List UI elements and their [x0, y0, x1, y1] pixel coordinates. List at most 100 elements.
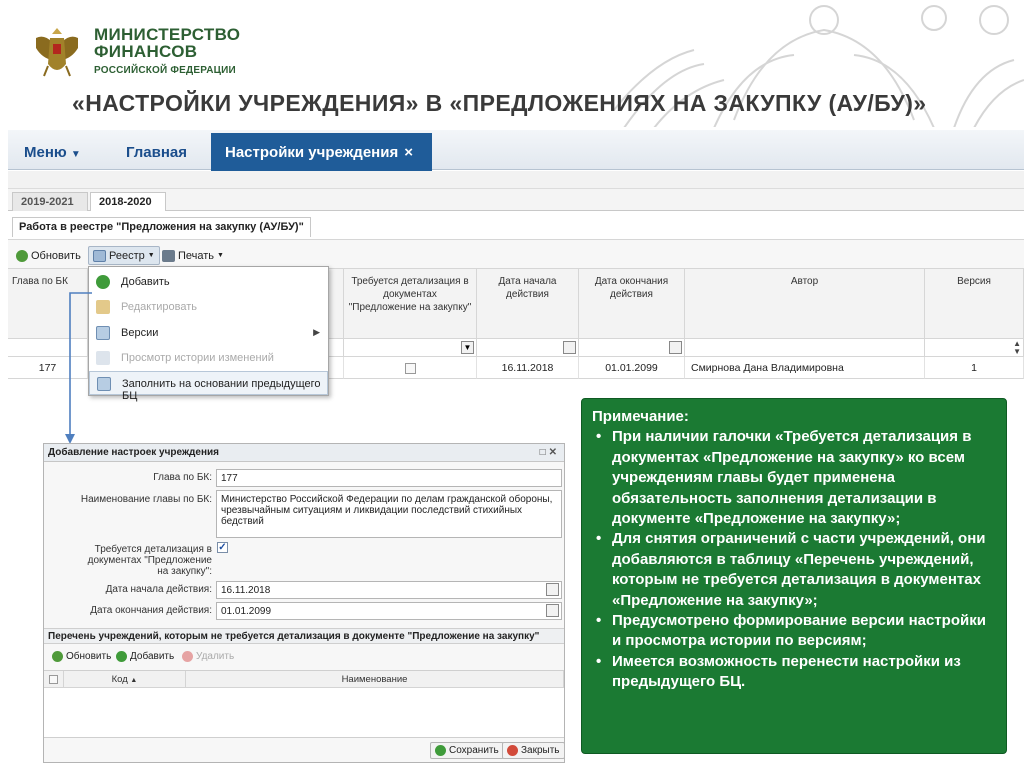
checkbox-detail-required[interactable] — [404, 362, 416, 374]
ministry-name: МИНИСТЕРСТВО ФИНАНСОВ РОССИЙСКОЙ ФЕДЕРАЦ… — [94, 26, 240, 79]
printer-icon — [162, 249, 175, 262]
menu-label: Меню — [24, 144, 67, 161]
registry-label: Реестр — [109, 249, 145, 262]
menu-item-label: Добавить — [121, 276, 170, 288]
ministry-eagle-logo-icon — [36, 28, 78, 77]
close-button[interactable]: Закрыть — [502, 742, 565, 759]
start-date-field[interactable]: 16.11.2018 — [216, 581, 562, 599]
column-header-start-date[interactable]: Дата начала действия — [477, 269, 579, 339]
detail-required-checkbox[interactable]: ✓ — [217, 542, 228, 553]
calendar-icon[interactable] — [563, 341, 576, 354]
detail-label: Требуется детализация в документах "Пред… — [87, 544, 212, 577]
save-button[interactable]: Сохранить — [430, 742, 504, 759]
registry-toolbar: Обновить Реестр ▼ Печать ▼ — [8, 239, 1024, 269]
menu-item-edit[interactable]: Редактировать — [89, 295, 328, 319]
start-date-value: 16.11.2018 — [221, 585, 271, 596]
menu-item-fill-from-previous[interactable]: Заполнить на основании предыдущего БЦ — [89, 371, 328, 402]
add-settings-dialog: Добавление настроек учреждения □✕ Глава … — [43, 443, 565, 763]
column-header-code[interactable]: Код ▲ — [64, 671, 186, 688]
dialog-title: Добавление настроек учреждения — [48, 447, 219, 458]
year-tabs: 2019-2021 2018-2020 — [8, 189, 1024, 211]
exempt-institutions-grid: Код ▲ Наименование — [44, 670, 564, 738]
save-label: Сохранить — [449, 745, 499, 756]
column-header-author[interactable]: Автор — [685, 269, 925, 339]
end-date-label: Дата окончания действия: — [90, 605, 212, 616]
filter-start-date[interactable] — [477, 339, 579, 357]
chevron-down-icon[interactable]: ▼ — [461, 341, 474, 354]
registry-menu-button[interactable]: Реестр ▼ — [88, 246, 160, 265]
arrow-connector-icon — [65, 292, 92, 444]
note-item: Предусмотрено формирование версии настро… — [592, 611, 994, 652]
menu-item-label: Редактировать — [121, 301, 197, 313]
slide-title: «НАСТРОЙКИ УЧРЕЖДЕНИЯ» В «ПРЕДЛОЖЕНИЯХ Н… — [72, 90, 927, 116]
plus-icon — [96, 275, 110, 289]
column-header-end-date[interactable]: Дата окончания действия — [579, 269, 685, 339]
note-list: При наличии галочки «Требуется детализац… — [592, 427, 994, 692]
close-tab-icon[interactable]: × — [404, 144, 413, 161]
filter-detail-required[interactable]: ▼ — [344, 339, 477, 357]
ministry-line-1: МИНИСТЕРСТВО — [94, 25, 241, 44]
select-all-header[interactable] — [44, 671, 64, 688]
chevron-down-icon: ▼ — [217, 252, 224, 259]
calendar-icon[interactable] — [669, 341, 682, 354]
dialog-delete-label: Удалить — [196, 651, 235, 662]
refresh-icon — [52, 651, 63, 662]
end-date-field[interactable]: 01.01.2099 — [216, 602, 562, 620]
menu-item-label: Просмотр истории изменений — [121, 352, 274, 364]
tab-year-2019-2021[interactable]: 2019-2021 — [12, 192, 88, 211]
column-header-name[interactable]: Наименование — [186, 671, 564, 688]
glava-label: Глава по БК: — [153, 472, 212, 483]
tab-year-2018-2020[interactable]: 2018-2020 — [90, 192, 166, 211]
name-label: Наименование главы по БК: — [80, 494, 212, 505]
chevron-down-icon: ▼ — [147, 252, 155, 259]
menu-button[interactable]: Меню ▼ — [24, 144, 81, 161]
cell-end-date: 01.01.2099 — [579, 357, 685, 379]
close-label: Закрыть — [521, 745, 560, 756]
close-icon[interactable]: ✕ — [549, 447, 560, 458]
menu-item-add[interactable]: Добавить — [89, 270, 328, 294]
menu-item-label: Версии — [121, 327, 159, 339]
register-title-tab[interactable]: Работа в реестре "Предложения на закупку… — [12, 217, 311, 237]
dialog-delete-button[interactable]: Удалить — [182, 648, 234, 665]
dialog-refresh-button[interactable]: Обновить — [52, 648, 111, 665]
note-heading: Примечание: — [592, 408, 689, 425]
submenu-arrow-icon: ▶ — [313, 327, 320, 337]
cell-version: 1 — [925, 357, 1024, 379]
window-controls: □✕ — [540, 447, 560, 458]
table-icon — [93, 249, 106, 262]
calendar-icon[interactable] — [546, 583, 559, 596]
menu-item-history[interactable]: Просмотр истории изменений — [89, 346, 328, 370]
refresh-button[interactable]: Обновить — [12, 246, 85, 265]
tab-label: Настройки учреждения — [225, 144, 399, 161]
filter-version[interactable]: ▲ ▼ — [925, 339, 1024, 357]
top-navigation-bar: Меню ▼ Главная Настройки учреждения × — [8, 130, 1024, 171]
end-date-value: 01.01.2099 — [221, 606, 272, 617]
select-all-checkbox[interactable] — [49, 674, 58, 684]
nav-main-link[interactable]: Главная — [126, 144, 187, 161]
cell-author: Смирнова Дана Владимировна — [685, 357, 925, 379]
name-field[interactable]: Министерство Российской Федерации по дел… — [216, 490, 562, 538]
ministry-line-2: ФИНАНСОВ — [94, 42, 198, 61]
note-item: Для снятия ограничений с части учреждени… — [592, 529, 994, 611]
delete-icon — [182, 651, 193, 662]
glava-field[interactable]: 177 — [216, 469, 562, 487]
calendar-icon[interactable] — [546, 604, 559, 617]
column-code-label: Код — [111, 674, 128, 685]
tab-institution-settings[interactable]: Настройки учреждения × — [211, 133, 432, 171]
column-header-detail-required[interactable]: Требуется детализация в документах "Пред… — [344, 269, 477, 339]
cell-start-date: 16.11.2018 — [477, 357, 579, 379]
column-header-version[interactable]: Версия — [925, 269, 1024, 339]
print-label: Печать — [178, 249, 215, 262]
slide: МИНИСТЕРСТВО ФИНАНСОВ РОССИЙСКОЙ ФЕДЕРАЦ… — [0, 0, 1024, 767]
plus-icon — [116, 651, 127, 662]
maximize-icon[interactable]: □ — [540, 447, 549, 458]
refresh-icon — [16, 249, 28, 262]
refresh-label: Обновить — [31, 249, 81, 262]
filter-author[interactable] — [685, 339, 925, 357]
print-button[interactable]: Печать ▼ — [158, 246, 228, 265]
note-item: При наличии галочки «Требуется детализац… — [592, 427, 994, 529]
dialog-add-button[interactable]: Добавить — [116, 648, 174, 665]
spinner-icon[interactable]: ▲ ▼ — [1013, 340, 1021, 356]
filter-end-date[interactable] — [579, 339, 685, 357]
menu-item-versions[interactable]: Версии ▶ — [89, 321, 328, 345]
